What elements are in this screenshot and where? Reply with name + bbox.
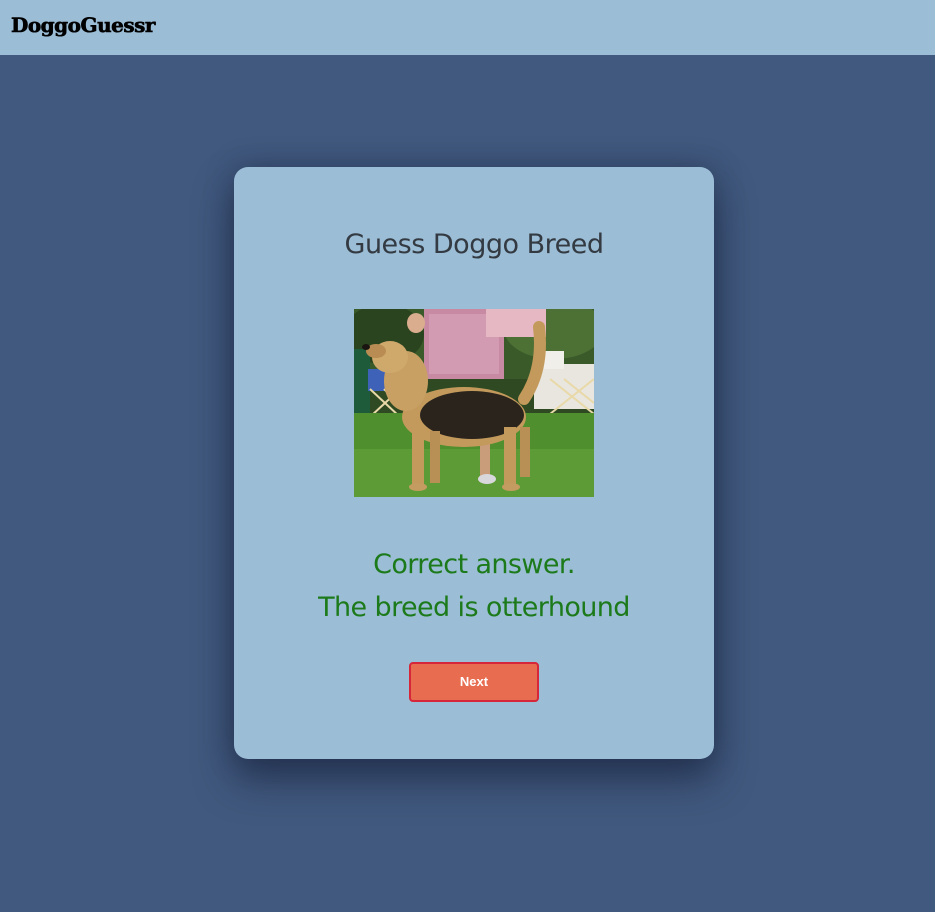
result-message: Correct answer.: [373, 549, 575, 580]
breed-answer: The breed is otterhound: [318, 592, 630, 623]
top-bar: DoggoGuessr: [0, 0, 935, 55]
next-button[interactable]: Next: [409, 662, 539, 702]
dog-photo: [354, 309, 594, 497]
quiz-title: Guess Doggo Breed: [344, 229, 604, 260]
brand-logo[interactable]: DoggoGuessr: [11, 13, 156, 38]
quiz-card: Guess Doggo Breed Correct answer. The br…: [234, 167, 714, 759]
